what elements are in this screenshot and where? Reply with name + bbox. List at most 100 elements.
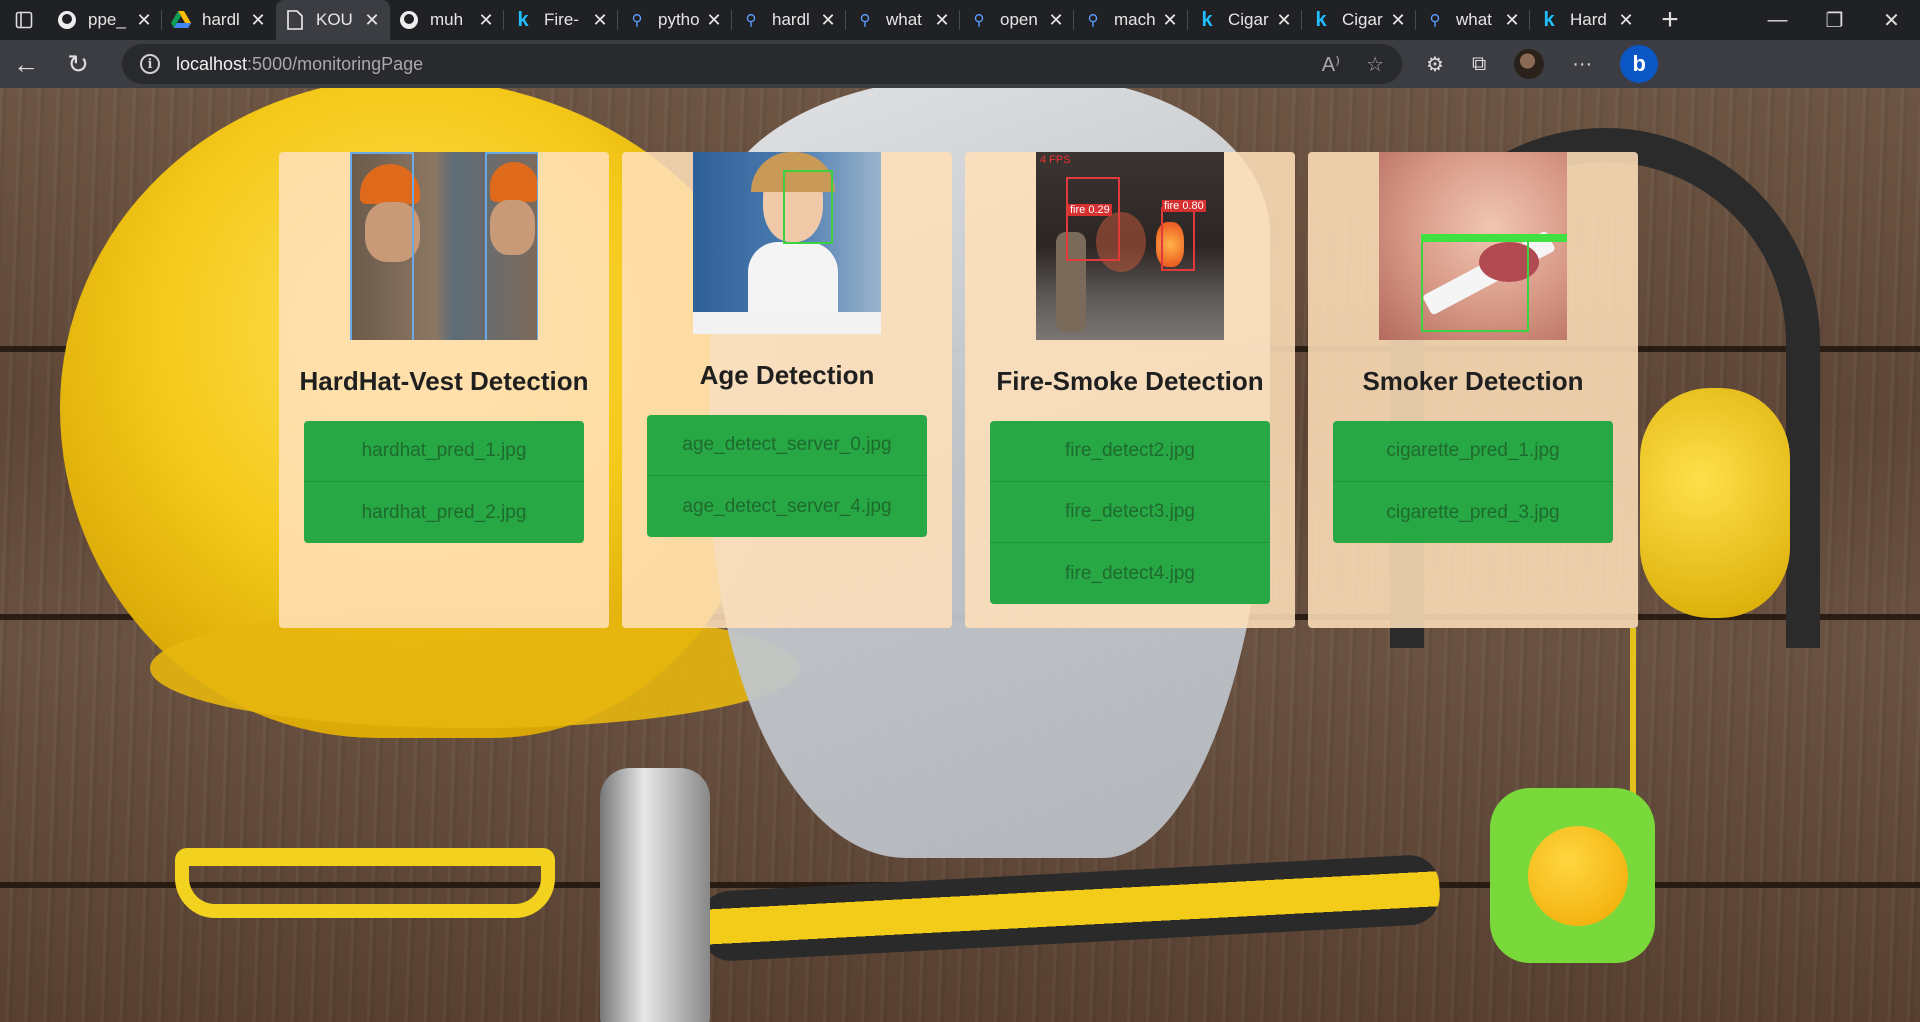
tab-9[interactable]: ⚲ mach ✕ [1074,0,1188,40]
search-icon: ⚲ [1429,12,1441,29]
close-icon[interactable]: ✕ [134,10,154,31]
tab-11[interactable]: k Cigar ✕ [1302,0,1416,40]
close-icon[interactable]: ✕ [1274,10,1294,31]
file-link[interactable]: fire_detect2.jpg [990,421,1270,482]
refresh-button[interactable]: ↻ [52,40,104,88]
more-menu-icon[interactable]: ··· [1572,53,1592,76]
close-icon[interactable]: ✕ [248,10,268,31]
minimize-icon: — [1767,8,1788,31]
file-link[interactable]: fire_detect4.jpg [990,543,1270,604]
tab-label: what [886,10,922,29]
measuring-tape-image [1490,788,1655,963]
file-link[interactable]: hardhat_pred_1.jpg [304,421,584,482]
tab-actions-button[interactable] [0,0,48,40]
tab-10[interactable]: k Cigar ✕ [1188,0,1302,40]
search-icon: ⚲ [973,12,985,29]
back-button[interactable]: ← [0,40,52,88]
restore-icon: ❐ [1825,9,1844,32]
tab-label: pytho [658,10,700,29]
fire-label-2: fire 0.80 [1162,200,1206,212]
tab-label: muh [430,10,464,29]
tab-3[interactable]: muh ✕ [390,0,504,40]
favorite-star-icon[interactable]: ☆ [1366,52,1384,77]
earmuff-cup-image [1640,388,1790,618]
tab-label: hardl [202,10,240,29]
kaggle-icon: k [1315,8,1327,31]
close-icon[interactable]: ✕ [476,10,496,31]
close-icon[interactable]: ✕ [1046,10,1066,31]
url-host: localhost [176,53,248,74]
close-icon[interactable]: ✕ [1502,10,1522,31]
card-hardhat-detection: HardHat-Vest Detection hardhat_pred_1.jp… [279,152,609,628]
file-link[interactable]: fire_detect3.jpg [990,482,1270,543]
plus-icon: + [1661,3,1679,36]
file-link[interactable]: age_detect_server_0.jpg [647,415,927,476]
extensions-icon[interactable]: ⚙ [1426,52,1444,77]
tab-2-active[interactable]: KOU ✕ [276,0,390,40]
fps-label: 4 FPS [1040,154,1071,166]
tab-8[interactable]: ⚲ open ✕ [960,0,1074,40]
tab-label: open [1000,10,1038,29]
new-tab-button[interactable]: + [1644,0,1696,40]
github-icon [56,9,78,31]
close-window-button[interactable]: ✕ [1863,0,1920,40]
card-smoker-detection: Smoker Detection cigarette_pred_1.jpg ci… [1308,152,1638,628]
fire-thumbnail[interactable]: fire 0.29 fire 0.80 4 FPS [1036,152,1224,340]
card-age-detection: Age Detection age_detect_server_0.jpg ag… [622,152,952,628]
search-icon: ⚲ [631,12,643,29]
tab-7[interactable]: ⚲ what ✕ [846,0,960,40]
window-controls: — ❐ ✕ [1749,0,1920,40]
file-list: age_detect_server_0.jpg age_detect_serve… [647,415,927,537]
search-icon: ⚲ [1087,12,1099,29]
close-icon[interactable]: ✕ [362,10,382,31]
smoker-thumbnail[interactable] [1379,152,1567,340]
hammer-handle-image [698,853,1442,963]
monitoring-page: HardHat-Vest Detection hardhat_pred_1.jp… [0,88,1920,1022]
card-title: HardHat-Vest Detection [299,366,589,396]
card-title: Smoker Detection [1362,366,1584,396]
fire-label-1: fire 0.29 [1068,204,1112,216]
restore-button[interactable]: ❐ [1806,0,1863,40]
card-fire-smoke-detection: fire 0.29 fire 0.80 4 FPS Fire-Smoke Det… [965,152,1295,628]
tab-label: KOU [316,10,353,29]
page-icon [284,9,306,31]
close-icon[interactable]: ✕ [932,10,952,31]
detection-cards: HardHat-Vest Detection hardhat_pred_1.jp… [279,152,1638,628]
file-list: hardhat_pred_1.jpg hardhat_pred_2.jpg [304,421,584,543]
address-bar: ← ↻ i localhost:5000/monitoringPage A⁾ ☆… [0,40,1920,88]
hardhat-thumbnail[interactable] [350,152,538,340]
tab-4[interactable]: k Fire- ✕ [504,0,618,40]
collections-icon[interactable]: ⧉ [1472,53,1486,76]
tab-0[interactable]: ppe_ ✕ [48,0,162,40]
tab-13[interactable]: k Hard ✕ [1530,0,1644,40]
url-field[interactable]: i localhost:5000/monitoringPage A⁾ ☆ [122,44,1402,84]
tab-6[interactable]: ⚲ hardl ✕ [732,0,846,40]
url-path: :5000/monitoringPage [247,53,424,74]
read-aloud-icon[interactable]: A⁾ [1322,52,1340,77]
minimize-button[interactable]: — [1749,0,1806,40]
close-icon[interactable]: ✕ [704,10,724,31]
tab-actions-icon [15,11,33,29]
close-icon[interactable]: ✕ [1616,10,1636,31]
tab-label: Cigar [1342,10,1383,29]
age-thumbnail[interactable] [693,152,881,334]
bing-copilot-icon[interactable]: b [1620,45,1659,83]
tab-1[interactable]: hardl ✕ [162,0,276,40]
search-icon: ⚲ [745,12,757,29]
close-icon[interactable]: ✕ [590,10,610,31]
file-link[interactable]: cigarette_pred_3.jpg [1333,482,1613,543]
tab-label: ppe_ [88,10,126,29]
close-icon[interactable]: ✕ [1160,10,1180,31]
google-drive-icon [170,9,192,31]
file-link[interactable]: hardhat_pred_2.jpg [304,482,584,543]
profile-avatar[interactable] [1514,49,1545,79]
tab-12[interactable]: ⚲ what ✕ [1416,0,1530,40]
close-icon[interactable]: ✕ [818,10,838,31]
tab-label: what [1456,10,1492,29]
tab-5[interactable]: ⚲ pytho ✕ [618,0,732,40]
site-info-icon[interactable]: i [140,54,160,74]
file-link[interactable]: cigarette_pred_1.jpg [1333,421,1613,482]
close-icon[interactable]: ✕ [1388,10,1408,31]
file-link[interactable]: age_detect_server_4.jpg [647,476,927,537]
tab-label: hardl [772,10,810,29]
